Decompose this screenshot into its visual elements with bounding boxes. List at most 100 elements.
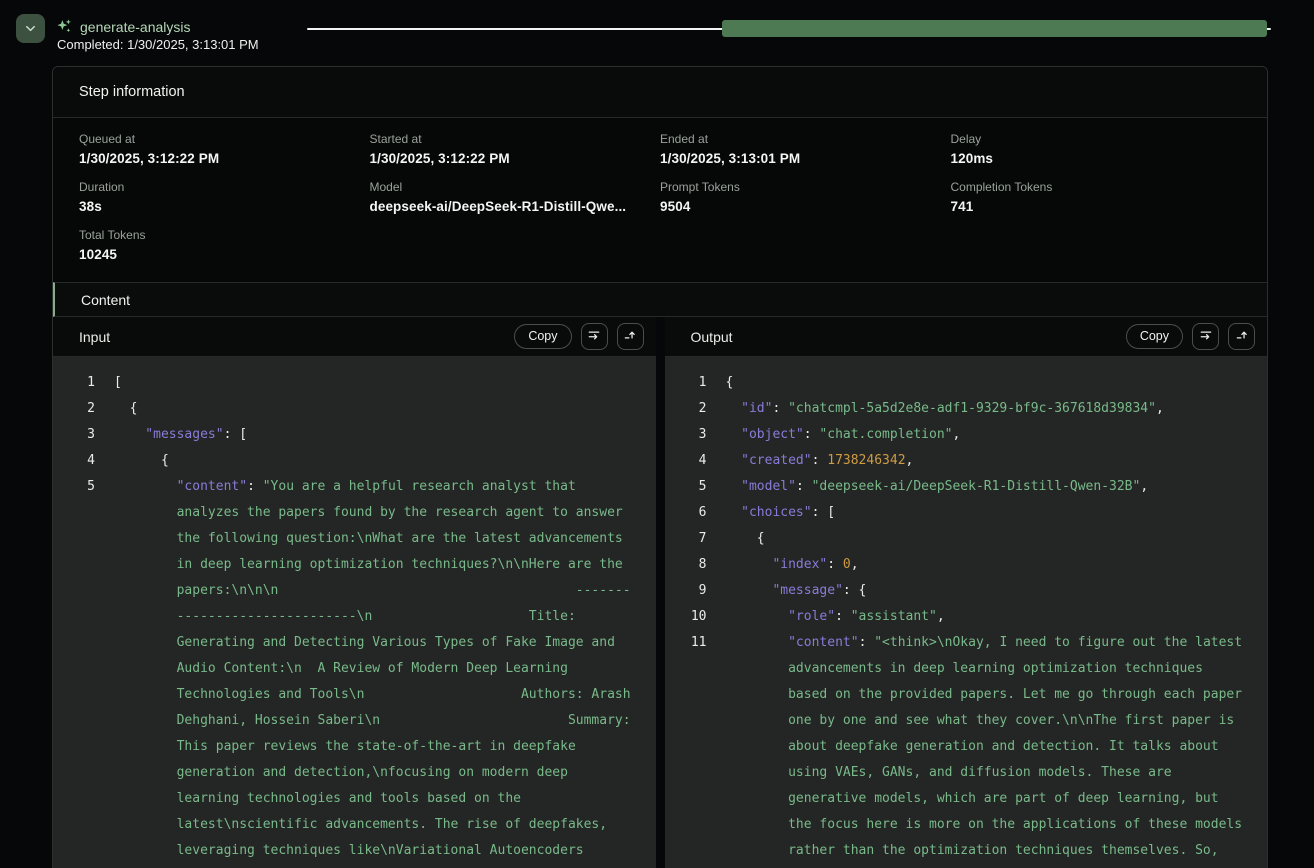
code-line: 9 "message": { bbox=[665, 578, 1268, 604]
line-number: 10 bbox=[665, 604, 707, 630]
info-value: 38s bbox=[79, 199, 370, 214]
line-number: 11 bbox=[665, 630, 707, 868]
code-text: "created": 1738246342, bbox=[726, 448, 1268, 474]
line-number: 1 bbox=[53, 370, 95, 396]
output-panel-header: Output Copy bbox=[665, 317, 1268, 357]
info-field: Duration 38s bbox=[79, 180, 370, 214]
code-line: 6 "choices": [ bbox=[665, 500, 1268, 526]
info-label: Started at bbox=[370, 132, 661, 146]
code-line: 5"content": "You are a helpful research … bbox=[53, 474, 656, 868]
trace-header: generate-analysis Completed: 1/30/2025, … bbox=[0, 0, 1314, 66]
step-name: generate-analysis bbox=[80, 19, 191, 35]
info-field: Ended at1/30/2025, 3:13:01 PM bbox=[660, 132, 951, 166]
input-panel: Input Copy 1[2{3"messages": [4{5" bbox=[53, 317, 656, 868]
line-number: 9 bbox=[665, 578, 707, 604]
code-text: { bbox=[114, 396, 656, 422]
code-text: [ bbox=[114, 370, 656, 396]
timeline-duration-bar[interactable] bbox=[722, 20, 1267, 37]
info-label: Completion Tokens bbox=[951, 180, 1242, 194]
step-info-grid: Queued at1/30/2025, 3:12:22 PMStarted at… bbox=[53, 118, 1267, 282]
code-line: 11"content": "<think>\nOkay, I need to f… bbox=[665, 630, 1268, 868]
code-line: 8 "index": 0, bbox=[665, 552, 1268, 578]
info-value: 9504 bbox=[660, 199, 951, 214]
line-number: 1 bbox=[665, 370, 707, 396]
code-line: 10 "role": "assistant", bbox=[665, 604, 1268, 630]
chevron-down-icon bbox=[23, 21, 38, 36]
code-text: "role": "assistant", bbox=[726, 604, 1268, 630]
code-line: 3 "messages": [ bbox=[53, 422, 656, 448]
info-label: Delay bbox=[951, 132, 1242, 146]
content-title: Content bbox=[81, 292, 130, 308]
line-number: 4 bbox=[53, 448, 95, 474]
code-text: "message": { bbox=[726, 578, 1268, 604]
wrap-text-icon bbox=[1199, 328, 1213, 345]
line-number: 7 bbox=[665, 526, 707, 552]
code-line: 7{ bbox=[665, 526, 1268, 552]
code-text: "index": 0, bbox=[726, 552, 1268, 578]
info-field: Prompt Tokens 9504 bbox=[660, 180, 951, 214]
align-top-icon bbox=[1235, 328, 1249, 345]
code-text: "content": "<think>\nOkay, I need to fig… bbox=[726, 630, 1268, 868]
info-field: Model deepseek-ai/DeepSeek-R1-Distill-Qwe… bbox=[370, 180, 661, 214]
code-line: 1[ bbox=[53, 370, 656, 396]
info-field: Completion Tokens 741 bbox=[951, 180, 1242, 214]
line-number: 5 bbox=[53, 474, 95, 868]
output-wrap-text-button[interactable] bbox=[1192, 323, 1219, 350]
line-number: 2 bbox=[53, 396, 95, 422]
code-text: "choices": [ bbox=[726, 500, 1268, 526]
info-label: Total Tokens bbox=[79, 228, 370, 242]
panel-divider bbox=[656, 317, 665, 868]
completed-timestamp: Completed: 1/30/2025, 3:13:01 PM bbox=[57, 37, 259, 52]
sparkles-icon bbox=[56, 18, 73, 35]
step-details-panel: Step information Queued at1/30/2025, 3:1… bbox=[52, 66, 1268, 868]
info-field: Delay 120ms bbox=[951, 132, 1242, 166]
input-code-viewer[interactable]: 1[2{3"messages": [4{5"content": "You are… bbox=[53, 357, 656, 868]
code-line: 5"model": "deepseek-ai/DeepSeek-R1-Disti… bbox=[665, 474, 1268, 500]
info-label: Ended at bbox=[660, 132, 951, 146]
info-value: 1/30/2025, 3:12:22 PM bbox=[370, 151, 661, 166]
code-line: 4{ bbox=[53, 448, 656, 474]
input-panel-header: Input Copy bbox=[53, 317, 656, 357]
content-section-header: Content bbox=[53, 282, 1267, 317]
output-panel: Output Copy 1{2"id": "chatcmpl-5a bbox=[665, 317, 1268, 868]
input-align-top-button[interactable] bbox=[617, 323, 644, 350]
info-value: 10245 bbox=[79, 247, 370, 262]
code-text: { bbox=[726, 370, 1268, 396]
info-label: Queued at bbox=[79, 132, 370, 146]
info-value: 741 bbox=[951, 199, 1242, 214]
code-line: 2{ bbox=[53, 396, 656, 422]
input-wrap-text-button[interactable] bbox=[581, 323, 608, 350]
line-number: 3 bbox=[665, 422, 707, 448]
output-panel-title: Output bbox=[691, 329, 733, 345]
line-number: 2 bbox=[665, 396, 707, 422]
step-information-header: Step information bbox=[53, 67, 1267, 118]
code-line: 2 "id": "chatcmpl-5a5d2e8e-adf1-9329-bf9c… bbox=[665, 396, 1268, 422]
code-text: { bbox=[114, 448, 656, 474]
line-number: 5 bbox=[665, 474, 707, 500]
info-value: 1/30/2025, 3:12:22 PM bbox=[79, 151, 370, 166]
collapse-step-button[interactable] bbox=[16, 14, 45, 43]
code-text: "id": "chatcmpl-5a5d2e8e-adf1-9329-bf9c-… bbox=[726, 396, 1268, 422]
line-number: 8 bbox=[665, 552, 707, 578]
code-text: { bbox=[726, 526, 1268, 552]
line-number: 6 bbox=[665, 500, 707, 526]
info-value: 120ms bbox=[951, 151, 1242, 166]
code-text: "content": "You are a helpful research a… bbox=[114, 474, 656, 868]
input-panel-title: Input bbox=[79, 329, 110, 345]
info-field: Total Tokens 10245 bbox=[79, 228, 370, 262]
output-copy-button[interactable]: Copy bbox=[1126, 324, 1183, 349]
code-text: "object": "chat.completion", bbox=[726, 422, 1268, 448]
info-label: Duration bbox=[79, 180, 370, 194]
info-field: Queued at 1/30/2025, 3:12:22 PM bbox=[79, 132, 370, 166]
code-line: 1{ bbox=[665, 370, 1268, 396]
align-top-icon bbox=[623, 328, 637, 345]
output-align-top-button[interactable] bbox=[1228, 323, 1255, 350]
info-label: Prompt Tokens bbox=[660, 180, 951, 194]
code-text: "messages": [ bbox=[114, 422, 656, 448]
input-copy-button[interactable]: Copy bbox=[514, 324, 571, 349]
output-code-viewer[interactable]: 1{2"id": "chatcmpl-5a5d2e8e-adf1-9329-bf… bbox=[665, 357, 1268, 868]
info-label: Model bbox=[370, 180, 661, 194]
info-value: deepseek-ai/DeepSeek-R1-Distill-Qwe... bbox=[370, 199, 661, 214]
line-number: 3 bbox=[53, 422, 95, 448]
step-information-title: Step information bbox=[79, 84, 185, 100]
